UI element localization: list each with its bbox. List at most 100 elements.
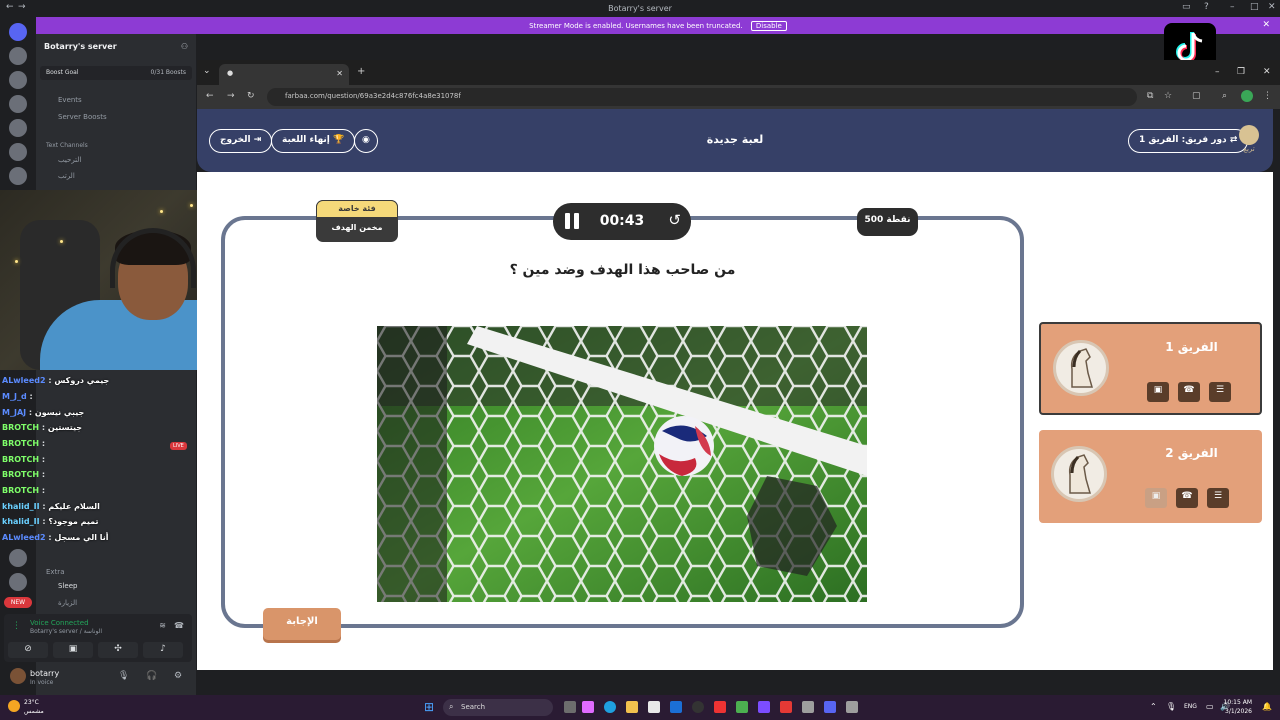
menu-events[interactable]: Events bbox=[58, 96, 82, 104]
server-icon[interactable] bbox=[9, 71, 27, 89]
search-input[interactable]: ⌕ Search bbox=[443, 699, 553, 716]
invite-icon[interactable]: ⚇ bbox=[181, 42, 188, 51]
profile-avatar[interactable] bbox=[1241, 90, 1253, 102]
server-icon[interactable] bbox=[9, 119, 27, 137]
app-icon[interactable] bbox=[780, 701, 792, 713]
weather-widget[interactable]: 23°C مشمس bbox=[24, 698, 44, 716]
game-header: الخروج ⇥ إنهاء اللعبة 🏆 ◉ لعبة جديدة دور… bbox=[197, 109, 1273, 172]
extra-header[interactable]: Extra bbox=[46, 568, 64, 576]
turn-button[interactable]: دور فريق: الفريق 1 ⇄ bbox=[1128, 129, 1249, 153]
start-icon[interactable]: ⊞ bbox=[424, 700, 434, 714]
chat-message: BROTCH : bbox=[2, 455, 46, 464]
app-icon[interactable] bbox=[802, 701, 814, 713]
camera-button[interactable]: ⊘ bbox=[8, 642, 48, 658]
help-icon[interactable]: ? bbox=[1204, 2, 1209, 12]
disable-button[interactable]: Disable bbox=[750, 21, 787, 31]
bookmark-icon[interactable]: ☆ bbox=[1164, 91, 1172, 101]
tab-menu-icon[interactable]: ⌄ bbox=[203, 66, 211, 76]
live-badge: LIVE bbox=[170, 442, 187, 450]
signal-icon: ⋮ bbox=[12, 621, 21, 631]
close-icon[interactable]: ✕ bbox=[1268, 2, 1276, 12]
back-icon[interactable]: ← bbox=[206, 91, 214, 101]
network-icon[interactable]: ▭ bbox=[1206, 702, 1214, 711]
close-icon[interactable]: ✕ bbox=[1263, 67, 1271, 77]
edge-icon[interactable] bbox=[604, 701, 616, 713]
site-logo[interactable]: تربع bbox=[1235, 125, 1263, 159]
headphones-icon[interactable]: 🎧 bbox=[146, 671, 157, 681]
horse-avatar-icon bbox=[1051, 446, 1107, 502]
task-view-icon[interactable] bbox=[564, 701, 576, 713]
file-explorer-icon[interactable] bbox=[626, 701, 638, 713]
activities-button[interactable]: ✣ bbox=[98, 642, 138, 658]
disconnect-icon[interactable]: ☎ bbox=[174, 621, 184, 630]
app-icon[interactable] bbox=[846, 701, 858, 713]
forward-icon[interactable]: → bbox=[227, 91, 235, 101]
server-icon[interactable] bbox=[9, 143, 27, 161]
home-icon[interactable] bbox=[9, 23, 27, 41]
avatar[interactable] bbox=[10, 668, 26, 684]
youtube-icon[interactable] bbox=[714, 701, 726, 713]
reload-icon[interactable]: ↻ bbox=[247, 91, 255, 101]
mic-icon[interactable]: 🎙 bbox=[1166, 702, 1176, 711]
install-icon[interactable]: ⧉ bbox=[1147, 91, 1153, 101]
call-lifeline-icon[interactable]: ☎ bbox=[1176, 488, 1198, 508]
server-icon[interactable] bbox=[9, 47, 27, 65]
menu-server-boosts[interactable]: Server Boosts bbox=[58, 113, 107, 121]
steam-icon[interactable] bbox=[692, 701, 704, 713]
screenshare-button[interactable]: ▣ bbox=[53, 642, 93, 658]
user-panel: botarry In voice 🎙 🎧 ⚙ bbox=[4, 664, 192, 690]
server-icon[interactable] bbox=[9, 167, 27, 185]
server-icon[interactable] bbox=[9, 95, 27, 113]
chat-message: BROTCH : bbox=[2, 439, 46, 448]
channel-roles[interactable]: الرتب bbox=[58, 172, 75, 180]
mic-icon[interactable]: 🎙 bbox=[118, 671, 129, 681]
gear-icon[interactable]: ⚙ bbox=[174, 671, 182, 681]
language-indicator[interactable]: ENG bbox=[1184, 703, 1197, 710]
voice-status[interactable]: Voice Connected bbox=[30, 619, 89, 627]
restore-icon[interactable]: ❐ bbox=[1237, 67, 1245, 77]
extensions-icon[interactable]: ▢ bbox=[1192, 91, 1201, 101]
image-lifeline-icon[interactable]: ▣ bbox=[1147, 382, 1169, 402]
team-name: الفريق 2 bbox=[1165, 446, 1218, 460]
discord-icon[interactable] bbox=[824, 701, 836, 713]
clock[interactable]: 10:15 AM 3/1/2026 bbox=[1224, 698, 1252, 716]
boost-goal[interactable]: Boost Goal 0/31 Boosts bbox=[40, 66, 192, 80]
browser-tab[interactable]: ● ✕ bbox=[219, 64, 349, 85]
answer-button[interactable]: الإجابة bbox=[263, 608, 341, 640]
notification-icon[interactable]: 🔔 bbox=[1262, 702, 1272, 711]
soundboard-button[interactable]: ♪ bbox=[143, 642, 183, 658]
address-bar[interactable]: farbaa.com/question/69a3e2d4c876fc4a8e31… bbox=[267, 88, 1137, 106]
server-icon[interactable] bbox=[9, 573, 27, 591]
tray-overflow-icon[interactable]: ⌃ bbox=[1150, 702, 1157, 711]
team-name: الفريق 1 bbox=[1165, 340, 1218, 354]
server-name[interactable]: Botarry's server bbox=[44, 42, 117, 51]
list-lifeline-icon[interactable]: ☰ bbox=[1209, 382, 1231, 402]
text-channels-header[interactable]: Text Channels bbox=[46, 142, 88, 149]
minimize-icon[interactable]: – bbox=[1230, 2, 1235, 12]
reset-timer-icon[interactable]: ↺ bbox=[668, 211, 681, 229]
app-icon[interactable] bbox=[758, 701, 770, 713]
banner-close-icon[interactable]: ✕ bbox=[1262, 20, 1270, 30]
app-icon[interactable] bbox=[736, 701, 748, 713]
points-badge: 500 نقطة bbox=[857, 208, 918, 236]
streamer-mode-banner: Streamer Mode is enabled. Usernames have… bbox=[36, 17, 1280, 34]
search-icon: ⌕ bbox=[449, 702, 454, 711]
maximize-icon[interactable]: □ bbox=[1250, 2, 1259, 12]
store-icon[interactable] bbox=[648, 701, 660, 713]
tab-search-icon[interactable]: ⌕ bbox=[1222, 91, 1227, 101]
app-icon[interactable] bbox=[670, 701, 682, 713]
minimize-icon[interactable]: – bbox=[1215, 67, 1220, 77]
list-lifeline-icon[interactable]: ☰ bbox=[1207, 488, 1229, 508]
call-lifeline-icon[interactable]: ☎ bbox=[1178, 382, 1200, 402]
new-tab-icon[interactable]: + bbox=[357, 66, 365, 77]
voice-channel-visit[interactable]: الزيارة bbox=[58, 599, 77, 607]
inbox-icon[interactable]: ▭ bbox=[1182, 2, 1191, 12]
weather-icon[interactable] bbox=[8, 700, 20, 712]
tab-close-icon[interactable]: ✕ bbox=[336, 69, 343, 78]
image-lifeline-icon[interactable]: ▣ bbox=[1145, 488, 1167, 508]
voice-channel-sleep[interactable]: Sleep bbox=[58, 582, 77, 590]
channel-welcome[interactable]: الترحيب bbox=[58, 156, 81, 164]
app-icon[interactable] bbox=[582, 701, 594, 713]
noise-icon[interactable]: ≋ bbox=[159, 621, 166, 630]
more-icon[interactable]: ⋮ bbox=[1263, 91, 1272, 101]
